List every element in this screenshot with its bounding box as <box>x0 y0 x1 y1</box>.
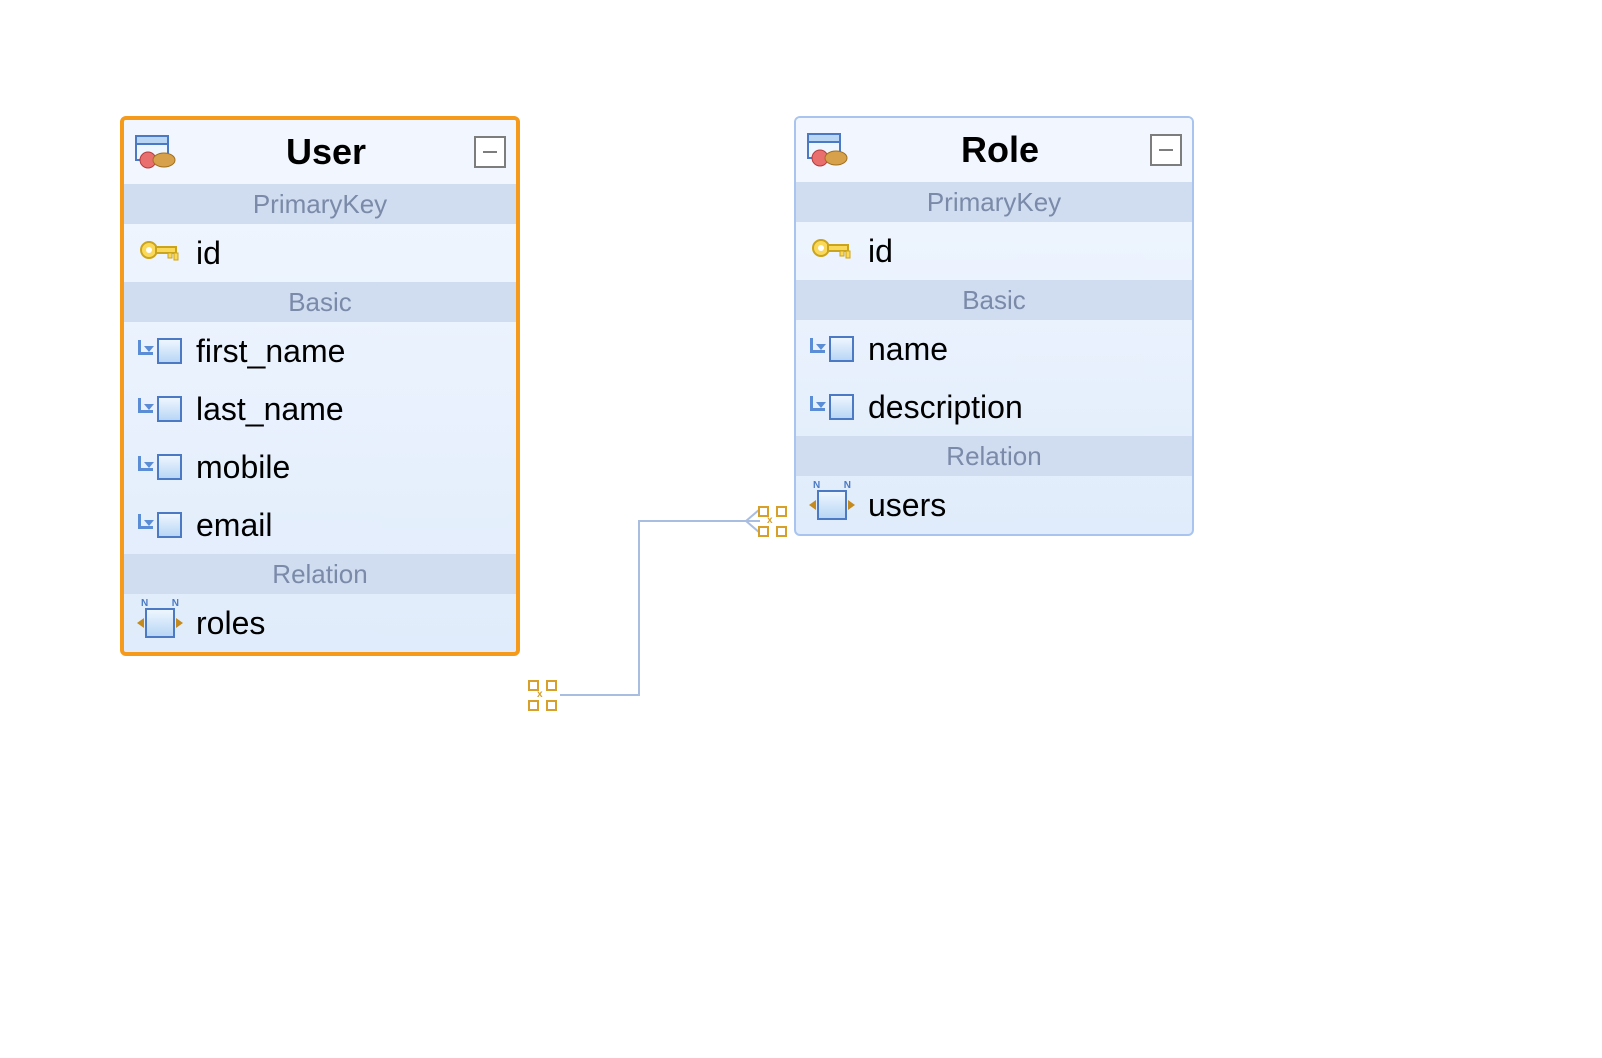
field-label: last_name <box>196 391 344 428</box>
entity-icon <box>134 134 178 170</box>
entity-user-header[interactable]: User <box>124 120 516 184</box>
field-label: description <box>868 389 1023 426</box>
entity-role-title: Role <box>850 129 1150 171</box>
field-label: name <box>868 331 948 368</box>
connector-endpoint-icon: x <box>528 680 558 710</box>
entity-user-title: User <box>178 131 474 173</box>
field-mobile[interactable]: mobile <box>124 438 516 496</box>
relation-icon: NN <box>138 605 182 641</box>
field-icon <box>810 331 854 367</box>
field-description[interactable]: description <box>796 378 1192 436</box>
field-id[interactable]: id <box>124 224 516 282</box>
field-label: roles <box>196 605 265 642</box>
field-icon <box>138 391 182 427</box>
connector-line <box>560 694 640 696</box>
section-basic: Basic <box>796 280 1192 320</box>
connector-line <box>638 520 728 522</box>
field-users[interactable]: NN users <box>796 476 1192 534</box>
field-name[interactable]: name <box>796 320 1192 378</box>
field-icon <box>138 449 182 485</box>
er-diagram-canvas[interactable]: User PrimaryKey id Basic first_name last… <box>0 0 1602 1058</box>
field-icon <box>138 507 182 543</box>
section-primarykey: PrimaryKey <box>796 182 1192 222</box>
field-first-name[interactable]: first_name <box>124 322 516 380</box>
field-roles[interactable]: NN roles <box>124 594 516 652</box>
section-basic: Basic <box>124 282 516 322</box>
entity-user[interactable]: User PrimaryKey id Basic first_name last… <box>120 116 520 656</box>
collapse-button[interactable] <box>474 136 506 168</box>
key-icon <box>138 235 182 271</box>
field-label: users <box>868 487 946 524</box>
entity-role-header[interactable]: Role <box>796 118 1192 182</box>
entity-role[interactable]: Role PrimaryKey id Basic name descriptio… <box>794 116 1194 536</box>
key-icon <box>810 233 854 269</box>
relation-icon: NN <box>810 487 854 523</box>
section-relation: Relation <box>124 554 516 594</box>
field-icon <box>138 333 182 369</box>
field-label: id <box>196 235 221 272</box>
section-relation: Relation <box>796 436 1192 476</box>
entity-icon <box>806 132 850 168</box>
field-label: mobile <box>196 449 290 486</box>
collapse-button[interactable] <box>1150 134 1182 166</box>
field-last-name[interactable]: last_name <box>124 380 516 438</box>
field-id[interactable]: id <box>796 222 1192 280</box>
field-icon <box>810 389 854 425</box>
field-label: id <box>868 233 893 270</box>
field-email[interactable]: email <box>124 496 516 554</box>
field-label: email <box>196 507 272 544</box>
section-primarykey: PrimaryKey <box>124 184 516 224</box>
connector-endpoint-icon: x <box>758 506 788 536</box>
crows-foot-icon <box>720 505 760 537</box>
connector-line <box>638 520 640 696</box>
field-label: first_name <box>196 333 345 370</box>
